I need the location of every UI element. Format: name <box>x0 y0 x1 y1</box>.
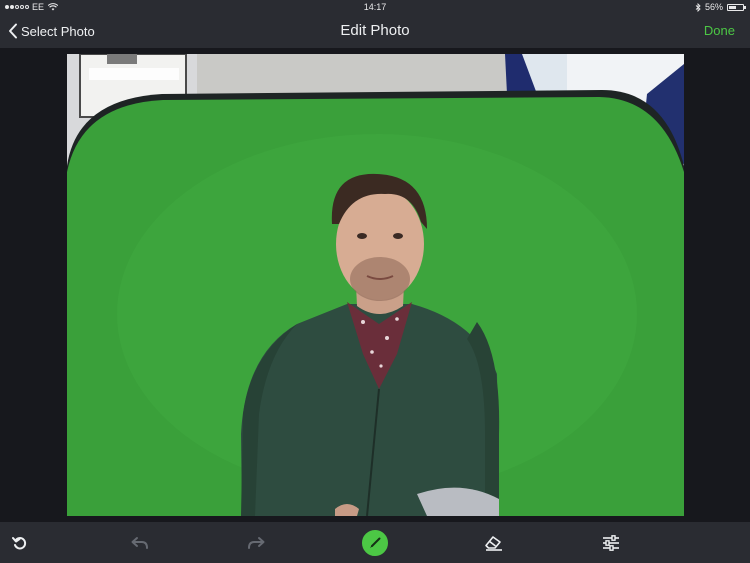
reset-button[interactable] <box>8 522 32 563</box>
eraser-tool-button[interactable] <box>482 522 506 563</box>
sliders-icon <box>603 534 619 551</box>
brush-tool-button[interactable] <box>360 522 390 563</box>
battery-icon <box>727 3 746 11</box>
done-button[interactable]: Done <box>704 14 735 48</box>
rotate-ccw-icon <box>12 536 27 549</box>
adjustments-button[interactable] <box>599 522 623 563</box>
navigation-bar: Select Photo Edit Photo Done <box>0 14 750 48</box>
redo-button[interactable] <box>244 522 268 563</box>
bottom-toolbar <box>0 522 750 563</box>
status-right: 56% <box>695 0 746 14</box>
status-bar: EE 14:17 56% <box>0 0 750 14</box>
screen: EE 14:17 56% Select Photo Edit Photo Don… <box>0 0 750 563</box>
battery-percent: 56% <box>704 2 723 12</box>
page-title: Edit Photo <box>340 22 410 39</box>
status-time: 14:17 <box>363 2 387 12</box>
redo-icon <box>248 536 265 549</box>
undo-icon <box>131 536 148 549</box>
eraser-icon <box>485 535 502 551</box>
undo-button[interactable] <box>128 522 152 563</box>
battery-level <box>729 5 736 9</box>
photo-canvas[interactable] <box>0 48 750 522</box>
bluetooth-icon <box>695 2 701 12</box>
photo-image[interactable] <box>67 54 684 516</box>
brush-tool-selected-indicator <box>362 529 388 556</box>
brush-icon <box>370 537 381 548</box>
